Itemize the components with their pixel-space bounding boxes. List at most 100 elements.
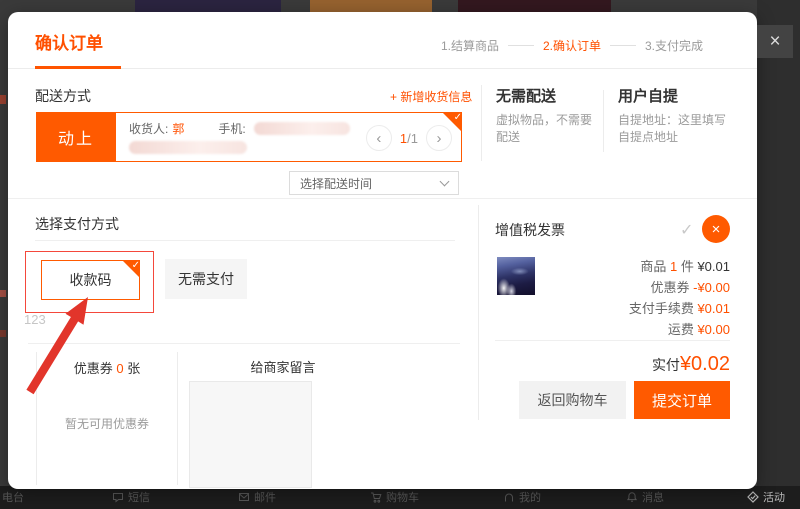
taskbar: 电台 短信 邮件 购物车 我的 消息 活动 <box>0 486 800 509</box>
delivery-time-select-value: 选择配送时间 <box>300 175 372 192</box>
self-pickup-option-title[interactable]: 用户自提 <box>618 85 678 106</box>
coupon-empty-text: 暂无可用优惠券 <box>37 415 177 432</box>
coupon-count: 0 <box>116 361 123 376</box>
pager-indicator: 1/1 <box>400 131 418 146</box>
taskbar-item-mine[interactable]: 我的 <box>503 489 541 505</box>
order-summary: 商品 1 件 ¥0.01 优惠券 -¥0.00 支付手续费 ¥0.01 运费 ¥… <box>495 256 730 340</box>
summary-row-coupon: 优惠券 -¥0.00 <box>495 277 730 298</box>
submit-order-label: 提交订单 <box>652 390 712 411</box>
address-info: 收货人: 郭 手机: <box>129 120 350 157</box>
backdrop-artifact <box>0 95 6 104</box>
payment-option-qrcode[interactable]: 收款码 ✓ <box>41 260 140 300</box>
back-to-cart-button[interactable]: 返回购物车 <box>519 381 626 419</box>
chevron-down-icon <box>440 176 450 186</box>
self-pickup-option-desc: 自提地址：这里填写自提点地址 <box>618 112 730 146</box>
coupon-panel: 优惠券 0 张 暂无可用优惠券 <box>36 352 178 485</box>
bag-icon <box>503 491 515 503</box>
goods-quantity: 1 <box>670 259 677 274</box>
selected-corner-badge: ✓ <box>122 260 140 278</box>
step-separator <box>610 45 636 46</box>
screen: 电台 短信 邮件 购物车 我的 消息 活动 × <box>0 0 800 509</box>
summary-row-goods: 商品 1 件 ¥0.01 <box>495 256 730 277</box>
divider <box>495 340 730 341</box>
total-label: 实付 <box>652 357 680 373</box>
total-value: ¥0.02 <box>680 353 730 375</box>
taskbar-item-label: 电台 <box>2 489 24 505</box>
check-icon: ✓ <box>132 260 140 271</box>
phone-redacted <box>254 122 350 135</box>
address-redacted <box>129 141 247 154</box>
invoice-no-toggle[interactable]: × <box>702 215 730 243</box>
check-icon: ✓ <box>680 222 693 239</box>
divider <box>478 205 479 420</box>
delivery-section-title: 配送方式 <box>35 86 91 106</box>
taskbar-item-radio[interactable]: 电台 <box>2 489 24 505</box>
merchant-message-input[interactable] <box>189 381 312 488</box>
taskbar-item-label: 消息 <box>642 489 664 505</box>
divider <box>28 343 460 344</box>
taskbar-item-messages[interactable]: 消息 <box>626 489 664 505</box>
divider <box>603 90 604 152</box>
activity-check-icon <box>747 491 759 503</box>
cart-icon <box>370 491 382 503</box>
stray-note-text: 123 <box>24 312 46 327</box>
taskbar-item-mail[interactable]: 邮件 <box>238 489 276 505</box>
goods-amount: ¥0.01 <box>697 259 730 274</box>
step-separator <box>508 45 534 46</box>
invoice-section-title: 增值税发票 <box>495 220 565 240</box>
no-delivery-option-title[interactable]: 无需配送 <box>496 85 556 106</box>
payment-option-none-label: 无需支付 <box>178 269 234 289</box>
no-delivery-option-desc: 虚拟物品，不需要配送 <box>496 112 596 146</box>
merchant-message-title: 给商家留言 <box>218 357 348 376</box>
step-1: 1.结算商品 <box>441 37 499 54</box>
taskbar-item-label: 短信 <box>128 489 150 505</box>
shipping-amount: ¥0.00 <box>697 322 730 337</box>
backdrop-artifact <box>0 330 6 337</box>
confirm-order-modal: 确认订单 1.结算商品 2.确认订单 3.支付完成 配送方式 + 新增收货信息 … <box>8 12 757 489</box>
summary-row-shipping: 运费 ¥0.00 <box>495 319 730 340</box>
step-2-active: 2.确认订单 <box>543 37 601 54</box>
fee-amount: ¥0.01 <box>697 301 730 316</box>
delivery-method-label: 动上 <box>36 112 116 162</box>
step-3: 3.支付完成 <box>645 37 703 54</box>
backdrop-artifact <box>0 290 6 297</box>
coupon-title: 优惠券 0 张 <box>37 358 177 377</box>
section-divider <box>8 198 757 199</box>
back-to-cart-label: 返回购物车 <box>538 390 608 410</box>
chat-icon <box>112 491 124 503</box>
delivery-time-select[interactable]: 选择配送时间 <box>289 171 459 195</box>
backdrop-right-band <box>757 0 800 509</box>
invoice-yes-toggle[interactable]: ✓ <box>680 220 693 240</box>
pager-prev-button[interactable]: ‹ <box>366 125 392 151</box>
recipient-label: 收货人: <box>129 120 168 137</box>
address-card[interactable]: 动上 收货人: 郭 手机: ‹ 1/1 › ✓ <box>36 112 462 162</box>
checkout-steps: 1.结算商品 2.确认订单 3.支付完成 <box>441 37 703 54</box>
bell-icon <box>626 491 638 503</box>
coupon-amount: -¥0.00 <box>693 280 730 295</box>
taskbar-item-cart[interactable]: 购物车 <box>370 489 419 505</box>
add-address-link[interactable]: + 新增收货信息 <box>390 88 472 105</box>
title-active-underline <box>35 66 121 69</box>
close-icon: × <box>712 221 721 238</box>
mail-icon <box>238 491 250 503</box>
taskbar-item-activity[interactable]: 活动 <box>747 489 785 505</box>
recipient-name: 郭 <box>172 120 184 137</box>
payment-section-title: 选择支付方式 <box>35 214 119 234</box>
page-title: 确认订单 <box>35 29 103 54</box>
chevron-right-icon: › <box>437 130 442 147</box>
summary-row-fee: 支付手续费 ¥0.01 <box>495 298 730 319</box>
close-icon: × <box>769 32 780 51</box>
taskbar-item-label: 邮件 <box>254 489 276 505</box>
submit-order-button[interactable]: 提交订单 <box>634 381 730 419</box>
taskbar-item-label: 购物车 <box>386 489 419 505</box>
taskbar-item-label: 活动 <box>763 489 785 505</box>
check-icon: ✓ <box>454 112 462 123</box>
divider <box>481 85 482 161</box>
phone-label: 手机: <box>218 120 245 137</box>
taskbar-item-label: 我的 <box>519 489 541 505</box>
address-pager: ‹ 1/1 › <box>366 125 452 151</box>
selected-corner-badge: ✓ <box>442 112 462 132</box>
taskbar-item-sms[interactable]: 短信 <box>112 489 150 505</box>
payment-option-none[interactable]: 无需支付 <box>165 259 247 299</box>
close-button[interactable]: × <box>757 25 793 58</box>
